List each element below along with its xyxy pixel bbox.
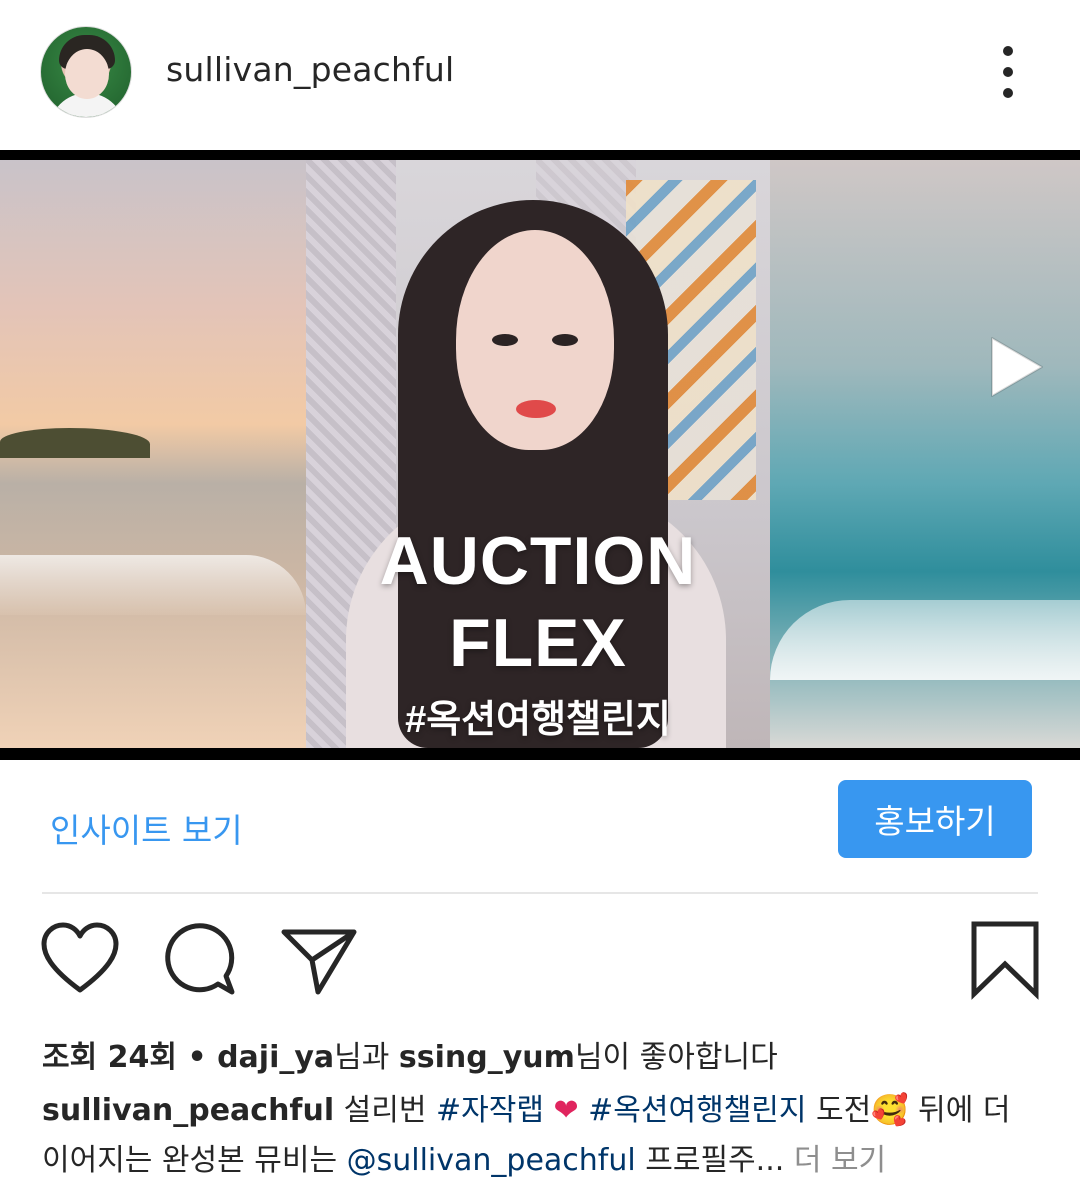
post-header: sullivan_peachful xyxy=(0,0,1080,150)
likes-and-text: 님과 xyxy=(334,1040,399,1075)
smiling-hearts-emoji: 🥰 xyxy=(871,1093,909,1128)
username[interactable]: sullivan_peachful xyxy=(166,50,454,89)
action-bar xyxy=(0,920,1080,1010)
send-icon[interactable] xyxy=(280,920,360,1000)
hashtag-link-1[interactable]: #자작랩 xyxy=(436,1093,544,1128)
heart-emoji: ❤ xyxy=(543,1093,589,1128)
caption-text-1: 설리번 xyxy=(334,1093,436,1128)
bookmark-icon[interactable] xyxy=(966,920,1046,1000)
likes-separator: • xyxy=(177,1040,218,1075)
liker-user-2[interactable]: ssing_yum xyxy=(399,1040,575,1075)
caption-text-2: 도전 xyxy=(806,1093,872,1128)
sea-right-panel xyxy=(770,160,1080,748)
view-insights-link[interactable]: 인사이트 보기 xyxy=(50,804,243,852)
see-more-link[interactable]: 더 보기 xyxy=(794,1143,886,1178)
post-media[interactable]: AUCTION FLEX #옥션여행챌린지 xyxy=(0,150,1080,760)
media-hashtag: #옥션여행챌린지 xyxy=(405,699,671,741)
caption-username[interactable]: sullivan_peachful xyxy=(42,1093,334,1128)
media-title-line1: AUCTION xyxy=(379,523,697,599)
promote-button[interactable]: 홍보하기 xyxy=(838,780,1032,858)
mention-link[interactable]: @sullivan_peachful xyxy=(347,1143,636,1178)
hashtag-link-2[interactable]: #옥션여행챌린지 xyxy=(588,1093,806,1128)
play-icon[interactable] xyxy=(988,336,1044,398)
media-title-line2: FLEX xyxy=(449,605,627,681)
likes-summary[interactable]: 조회 24회 • daji_ya님과 ssing_yum님이 좋아합니다 xyxy=(42,1032,778,1076)
post-caption: sullivan_peachful 설리번 #자작랩 ❤ #옥션여행챌린지 도전… xyxy=(42,1086,1042,1186)
likes-suffix: 님이 좋아합니다 xyxy=(574,1040,778,1075)
liker-user-1[interactable]: daji_ya xyxy=(217,1040,334,1075)
promotion-row: 인사이트 보기 홍보하기 xyxy=(0,760,1080,890)
avatar[interactable] xyxy=(40,26,132,118)
divider xyxy=(42,892,1038,894)
beach-left-panel xyxy=(0,160,306,748)
view-count: 조회 24회 xyxy=(42,1040,177,1075)
comment-icon[interactable] xyxy=(160,920,240,1000)
heart-icon[interactable] xyxy=(40,920,120,1000)
more-vertical-icon[interactable] xyxy=(996,46,1020,98)
caption-text-4: 프로필주... xyxy=(635,1143,794,1178)
avatar-face xyxy=(65,49,109,99)
